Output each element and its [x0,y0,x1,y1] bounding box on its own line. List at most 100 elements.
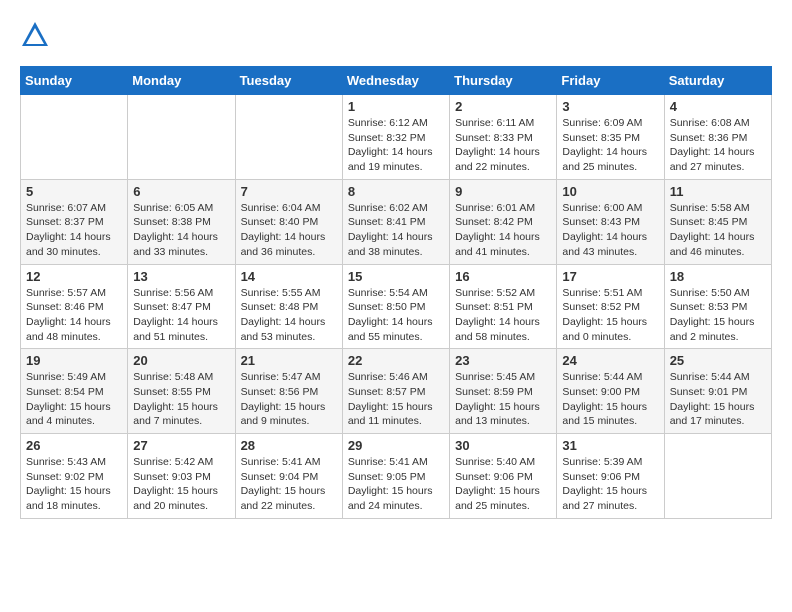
week-row-4: 19 Sunrise: 5:49 AM Sunset: 8:54 PM Dayli… [21,349,772,434]
day-info: Sunrise: 5:39 AM Sunset: 9:06 PM Dayligh… [562,455,658,514]
day-number: 8 [348,184,444,199]
calendar-cell: 23 Sunrise: 5:45 AM Sunset: 8:59 PM Dayli… [450,349,557,434]
day-number: 27 [133,438,229,453]
day-number: 29 [348,438,444,453]
day-info: Sunrise: 5:50 AM Sunset: 8:53 PM Dayligh… [670,286,766,345]
calendar-cell: 26Sunrise: 5:43 AM Sunset: 9:02 PM Dayli… [21,434,128,519]
day-number: 2 [455,99,551,114]
day-info: Sunrise: 6:07 AM Sunset: 8:37 PM Dayligh… [26,201,122,260]
calendar-cell: 11 Sunrise: 5:58 AM Sunset: 8:45 PM Dayli… [664,179,771,264]
calendar-cell: 9 Sunrise: 6:01 AM Sunset: 8:42 PM Daylig… [450,179,557,264]
header-cell-thursday: Thursday [450,67,557,95]
day-info: Sunrise: 6:02 AM Sunset: 8:41 PM Dayligh… [348,201,444,260]
calendar-cell [235,95,342,180]
day-number: 9 [455,184,551,199]
day-info: Sunrise: 6:00 AM Sunset: 8:43 PM Dayligh… [562,201,658,260]
day-info: Sunrise: 5:44 AM Sunset: 9:01 PM Dayligh… [670,370,766,429]
header-cell-tuesday: Tuesday [235,67,342,95]
day-info: Sunrise: 5:41 AM Sunset: 9:05 PM Dayligh… [348,455,444,514]
day-number: 6 [133,184,229,199]
calendar-cell: 29 Sunrise: 5:41 AM Sunset: 9:05 PM Dayli… [342,434,449,519]
day-info: Sunrise: 5:42 AM Sunset: 9:03 PM Dayligh… [133,455,229,514]
page-header [20,20,772,50]
day-info: Sunrise: 5:57 AM Sunset: 8:46 PM Dayligh… [26,286,122,345]
calendar-cell: 1 Sunrise: 6:12 AM Sunset: 8:32 PM Daylig… [342,95,449,180]
header-cell-friday: Friday [557,67,664,95]
calendar-cell: 22Sunrise: 5:46 AM Sunset: 8:57 PM Dayli… [342,349,449,434]
calendar-cell: 30 Sunrise: 5:40 AM Sunset: 9:06 PM Dayli… [450,434,557,519]
day-number: 17 [562,269,658,284]
day-number: 20 [133,353,229,368]
calendar-cell: 25Sunrise: 5:44 AM Sunset: 9:01 PM Dayli… [664,349,771,434]
calendar-cell: 17 Sunrise: 5:51 AM Sunset: 8:52 PM Dayli… [557,264,664,349]
day-info: Sunrise: 6:05 AM Sunset: 8:38 PM Dayligh… [133,201,229,260]
day-info: Sunrise: 6:01 AM Sunset: 8:42 PM Dayligh… [455,201,551,260]
calendar-cell: 18 Sunrise: 5:50 AM Sunset: 8:53 PM Dayli… [664,264,771,349]
day-number: 31 [562,438,658,453]
calendar-cell: 19 Sunrise: 5:49 AM Sunset: 8:54 PM Dayli… [21,349,128,434]
day-number: 12 [26,269,122,284]
day-info: Sunrise: 5:45 AM Sunset: 8:59 PM Dayligh… [455,370,551,429]
calendar-cell: 7 Sunrise: 6:04 AM Sunset: 8:40 PM Daylig… [235,179,342,264]
calendar-cell: 12 Sunrise: 5:57 AM Sunset: 8:46 PM Dayli… [21,264,128,349]
calendar-cell: 6 Sunrise: 6:05 AM Sunset: 8:38 PM Daylig… [128,179,235,264]
day-info: Sunrise: 5:41 AM Sunset: 9:04 PM Dayligh… [241,455,337,514]
day-info: Sunrise: 6:11 AM Sunset: 8:33 PM Dayligh… [455,116,551,175]
week-row-2: 5 Sunrise: 6:07 AM Sunset: 8:37 PM Daylig… [21,179,772,264]
calendar-cell: 15 Sunrise: 5:54 AM Sunset: 8:50 PM Dayli… [342,264,449,349]
day-number: 30 [455,438,551,453]
week-row-3: 12 Sunrise: 5:57 AM Sunset: 8:46 PM Dayli… [21,264,772,349]
day-number: 21 [241,353,337,368]
day-number: 28 [241,438,337,453]
day-info: Sunrise: 5:48 AM Sunset: 8:55 PM Dayligh… [133,370,229,429]
day-info: Sunrise: 5:51 AM Sunset: 8:52 PM Dayligh… [562,286,658,345]
calendar-cell: 31 Sunrise: 5:39 AM Sunset: 9:06 PM Dayli… [557,434,664,519]
day-info: Sunrise: 6:04 AM Sunset: 8:40 PM Dayligh… [241,201,337,260]
day-number: 7 [241,184,337,199]
calendar-cell [21,95,128,180]
day-number: 16 [455,269,551,284]
day-number: 4 [670,99,766,114]
calendar-cell: 2 Sunrise: 6:11 AM Sunset: 8:33 PM Daylig… [450,95,557,180]
calendar-cell: 14 Sunrise: 5:55 AM Sunset: 8:48 PM Dayli… [235,264,342,349]
header-cell-saturday: Saturday [664,67,771,95]
day-number: 13 [133,269,229,284]
day-info: Sunrise: 5:52 AM Sunset: 8:51 PM Dayligh… [455,286,551,345]
calendar-cell: 5 Sunrise: 6:07 AM Sunset: 8:37 PM Daylig… [21,179,128,264]
day-info: Sunrise: 5:54 AM Sunset: 8:50 PM Dayligh… [348,286,444,345]
day-number: 3 [562,99,658,114]
day-info: Sunrise: 5:47 AM Sunset: 8:56 PM Dayligh… [241,370,337,429]
day-number: 23 [455,353,551,368]
day-number: 1 [348,99,444,114]
day-info: Sunrise: 5:49 AM Sunset: 8:54 PM Dayligh… [26,370,122,429]
calendar-cell: 21 Sunrise: 5:47 AM Sunset: 8:56 PM Dayli… [235,349,342,434]
header-cell-wednesday: Wednesday [342,67,449,95]
day-info: Sunrise: 5:46 AM Sunset: 8:57 PM Dayligh… [348,370,444,429]
calendar-cell: 27 Sunrise: 5:42 AM Sunset: 9:03 PM Dayli… [128,434,235,519]
calendar-cell [128,95,235,180]
day-info: Sunrise: 5:55 AM Sunset: 8:48 PM Dayligh… [241,286,337,345]
day-number: 14 [241,269,337,284]
calendar-cell: 28 Sunrise: 5:41 AM Sunset: 9:04 PM Dayli… [235,434,342,519]
header-cell-sunday: Sunday [21,67,128,95]
day-number: 5 [26,184,122,199]
calendar-cell: 13 Sunrise: 5:56 AM Sunset: 8:47 PM Dayli… [128,264,235,349]
day-info: Sunrise: 5:58 AM Sunset: 8:45 PM Dayligh… [670,201,766,260]
day-info: Sunrise: 5:40 AM Sunset: 9:06 PM Dayligh… [455,455,551,514]
day-number: 19 [26,353,122,368]
day-number: 11 [670,184,766,199]
day-info: Sunrise: 6:08 AM Sunset: 8:36 PM Dayligh… [670,116,766,175]
calendar-table: SundayMondayTuesdayWednesdayThursdayFrid… [20,66,772,519]
day-number: 15 [348,269,444,284]
calendar-cell: 16 Sunrise: 5:52 AM Sunset: 8:51 PM Dayli… [450,264,557,349]
header-row: SundayMondayTuesdayWednesdayThursdayFrid… [21,67,772,95]
logo-icon [20,20,50,50]
day-info: Sunrise: 6:12 AM Sunset: 8:32 PM Dayligh… [348,116,444,175]
day-info: Sunrise: 5:56 AM Sunset: 8:47 PM Dayligh… [133,286,229,345]
logo [20,20,54,50]
day-info: Sunrise: 6:09 AM Sunset: 8:35 PM Dayligh… [562,116,658,175]
calendar-cell: 8 Sunrise: 6:02 AM Sunset: 8:41 PM Daylig… [342,179,449,264]
day-info: Sunrise: 5:43 AM Sunset: 9:02 PM Dayligh… [26,455,122,514]
calendar-cell: 4 Sunrise: 6:08 AM Sunset: 8:36 PM Daylig… [664,95,771,180]
day-number: 18 [670,269,766,284]
